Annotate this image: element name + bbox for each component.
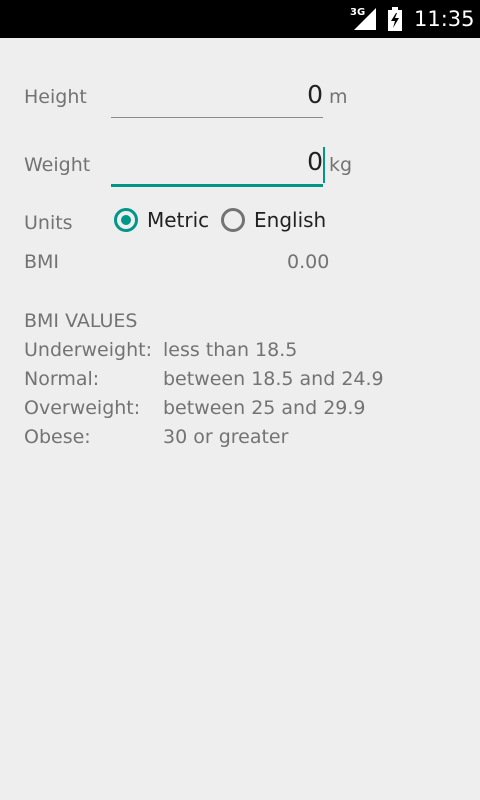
bmi-label: BMI — [24, 251, 60, 273]
bmi-category: Obese: — [24, 426, 91, 448]
weight-input-underline — [111, 184, 323, 187]
bmi-table-row: Normal: between 18.5 and 24.9 — [24, 368, 464, 397]
bmi-result: 0.00 — [287, 251, 330, 273]
height-input-underline — [111, 117, 323, 118]
weight-input[interactable]: 0 — [111, 147, 325, 187]
bmi-range: between 18.5 and 24.9 — [163, 368, 384, 390]
clock: 11:35 — [414, 7, 475, 31]
weight-label: Weight — [24, 154, 91, 176]
radio-unchecked-icon — [221, 208, 245, 232]
radio-metric-label: Metric — [147, 208, 210, 232]
radio-metric[interactable]: Metric — [114, 208, 209, 232]
height-value: 0 — [307, 80, 323, 109]
bmi-category: Overweight: — [24, 397, 141, 419]
bmi-table-row: Overweight: between 25 and 29.9 — [24, 397, 464, 426]
bmi-category: Underweight: — [24, 339, 152, 361]
weight-value: 0 — [307, 147, 323, 176]
weight-unit: kg — [329, 154, 353, 176]
units-label: Units — [24, 212, 73, 234]
battery-charging-icon — [388, 7, 402, 31]
height-unit: m — [329, 86, 348, 108]
radio-english[interactable]: English — [221, 208, 326, 232]
height-input[interactable]: 0 — [111, 80, 323, 118]
bmi-range: 30 or greater — [163, 426, 289, 448]
bmi-category: Normal: — [24, 368, 100, 390]
bmi-table-row: Obese: 30 or greater — [24, 426, 464, 455]
radio-checked-icon — [114, 208, 138, 232]
bmi-range: between 25 and 29.9 — [163, 397, 366, 419]
bmi-values-title: BMI VALUES — [24, 310, 138, 332]
status-bar: 3G 11:35 — [0, 0, 480, 38]
bmi-table-row: Underweight: less than 18.5 — [24, 339, 464, 368]
cell-signal-icon — [354, 8, 376, 30]
height-label: Height — [24, 86, 87, 108]
radio-english-label: English — [254, 208, 327, 232]
bmi-range: less than 18.5 — [163, 339, 298, 361]
text-cursor — [323, 147, 325, 183]
